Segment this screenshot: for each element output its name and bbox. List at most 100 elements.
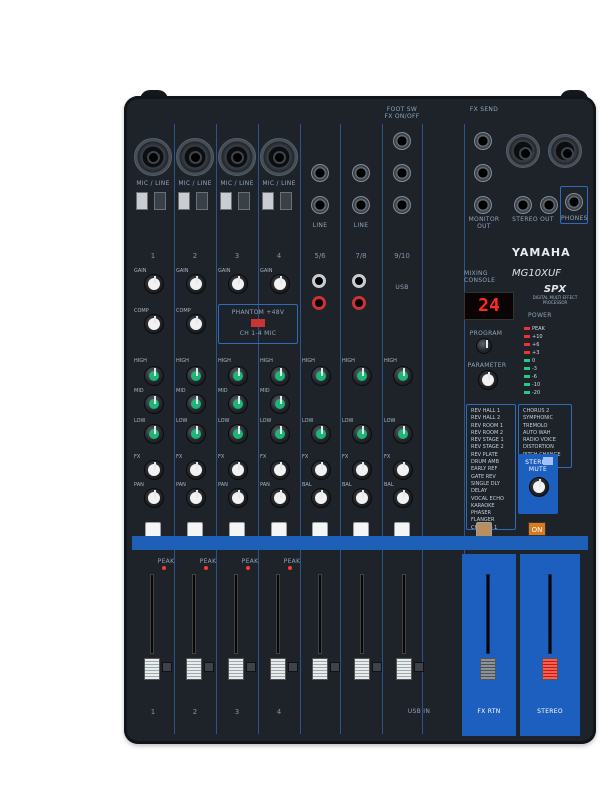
mid-label: MID: [218, 388, 228, 394]
high-eq-knob[interactable]: [186, 366, 206, 386]
pan-knob[interactable]: [144, 488, 164, 508]
pan-knob[interactable]: [270, 488, 290, 508]
balance-knob[interactable]: [311, 488, 331, 508]
high-eq-knob[interactable]: [228, 366, 248, 386]
pad-switch[interactable]: [178, 192, 190, 210]
low-label: LOW: [260, 418, 272, 424]
low-eq-knob[interactable]: [352, 424, 372, 444]
mid-eq-knob[interactable]: [186, 394, 206, 414]
low-eq-knob[interactable]: [186, 424, 206, 444]
channel-fader-1[interactable]: [144, 658, 160, 680]
gain-knob[interactable]: [270, 274, 290, 294]
pfl-button[interactable]: [162, 662, 172, 672]
channel-fader-3[interactable]: [228, 658, 244, 680]
gain-knob[interactable]: [186, 274, 206, 294]
mid-eq-knob[interactable]: [270, 394, 290, 414]
balance-knob[interactable]: [352, 488, 372, 508]
hpf-switch[interactable]: [196, 192, 208, 210]
channel-fader-4[interactable]: [270, 658, 286, 680]
rca-jack-white[interactable]: [352, 274, 366, 288]
channel-fader-2[interactable]: [186, 658, 202, 680]
mid-eq-knob[interactable]: [144, 394, 164, 414]
channel-number: 5/6: [314, 252, 326, 260]
line-jack-r[interactable]: [311, 196, 329, 214]
stereo-fader-5-6[interactable]: [312, 658, 328, 680]
stereo-mute-button[interactable]: [543, 457, 553, 465]
stereo-master-fader[interactable]: [542, 658, 558, 680]
fx-send-jack[interactable]: [474, 132, 492, 150]
pan-knob[interactable]: [186, 488, 206, 508]
comp-knob[interactable]: [186, 314, 206, 334]
pfl-button[interactable]: [246, 662, 256, 672]
line-jack-r[interactable]: [352, 196, 370, 214]
gain-knob[interactable]: [228, 274, 248, 294]
stereo-out-jack-r[interactable]: [540, 196, 558, 214]
parameter-knob[interactable]: [478, 370, 498, 390]
low-eq-knob[interactable]: [393, 424, 413, 444]
fx-send-knob[interactable]: [228, 460, 248, 480]
mid-eq-knob[interactable]: [228, 394, 248, 414]
pan-knob[interactable]: [228, 488, 248, 508]
rca-jack-white[interactable]: [312, 274, 326, 288]
stereo-out-xlr-l[interactable]: [506, 134, 540, 168]
fader-track: [548, 574, 552, 654]
pfl-button[interactable]: [204, 662, 214, 672]
phones-jack[interactable]: [565, 193, 583, 211]
stereo-label: STEREO: [537, 708, 563, 715]
fx-send-knob[interactable]: [352, 460, 372, 480]
foot-switch-jack[interactable]: [393, 132, 411, 150]
line-jack-r[interactable]: [393, 196, 411, 214]
peak-label: PEAK: [283, 558, 301, 565]
monitor-out-jack-r[interactable]: [474, 196, 492, 214]
fx-send-knob[interactable]: [393, 460, 413, 480]
xlr-combo-jack[interactable]: [260, 138, 298, 176]
low-eq-knob[interactable]: [311, 424, 331, 444]
xlr-combo-jack[interactable]: [134, 138, 172, 176]
high-eq-knob[interactable]: [352, 366, 372, 386]
monitor-out-jack-l[interactable]: [474, 164, 492, 182]
high-eq-knob[interactable]: [270, 366, 290, 386]
gain-knob[interactable]: [144, 274, 164, 294]
pfl-button[interactable]: [414, 662, 424, 672]
low-eq-knob[interactable]: [144, 424, 164, 444]
fx-send-knob[interactable]: [144, 460, 164, 480]
line-jack-l[interactable]: [311, 164, 329, 182]
low-eq-knob[interactable]: [270, 424, 290, 444]
high-eq-knob[interactable]: [144, 366, 164, 386]
pfl-button[interactable]: [288, 662, 298, 672]
line-jack-l[interactable]: [393, 164, 411, 182]
phones-level-knob[interactable]: [529, 477, 549, 497]
rca-jack-red[interactable]: [312, 296, 326, 310]
stereo-out-xlr-r[interactable]: [548, 134, 582, 168]
pad-switch[interactable]: [262, 192, 274, 210]
hpf-switch[interactable]: [238, 192, 250, 210]
stereo-out-jack-l[interactable]: [514, 196, 532, 214]
high-eq-knob[interactable]: [311, 366, 331, 386]
fx-return-fader[interactable]: [480, 658, 496, 680]
xlr-combo-jack[interactable]: [176, 138, 214, 176]
line-jack-l[interactable]: [352, 164, 370, 182]
stereo-fader-7-8[interactable]: [354, 658, 370, 680]
stereo-fader-9-10[interactable]: [396, 658, 412, 680]
stereo-on-button[interactable]: ON: [528, 522, 546, 536]
fx-send-knob[interactable]: [270, 460, 290, 480]
pad-switch[interactable]: [136, 192, 148, 210]
high-label: HIGH: [134, 358, 147, 364]
fx-program-item: REV ROOM 2: [471, 429, 504, 436]
fx-send-knob[interactable]: [186, 460, 206, 480]
pfl-button[interactable]: [330, 662, 340, 672]
mid-label: MID: [260, 388, 270, 394]
pfl-button[interactable]: [372, 662, 382, 672]
hpf-switch[interactable]: [280, 192, 292, 210]
high-eq-knob[interactable]: [393, 366, 413, 386]
pad-switch[interactable]: [220, 192, 232, 210]
fx-list-column: REV HALL 1 REV HALL 2 REV ROOM 1 REV ROO…: [471, 408, 504, 532]
fx-send-knob[interactable]: [311, 460, 331, 480]
balance-knob[interactable]: [393, 488, 413, 508]
program-knob[interactable]: [476, 338, 492, 354]
comp-knob[interactable]: [144, 314, 164, 334]
xlr-combo-jack[interactable]: [218, 138, 256, 176]
low-eq-knob[interactable]: [228, 424, 248, 444]
hpf-switch[interactable]: [154, 192, 166, 210]
rca-jack-red[interactable]: [352, 296, 366, 310]
